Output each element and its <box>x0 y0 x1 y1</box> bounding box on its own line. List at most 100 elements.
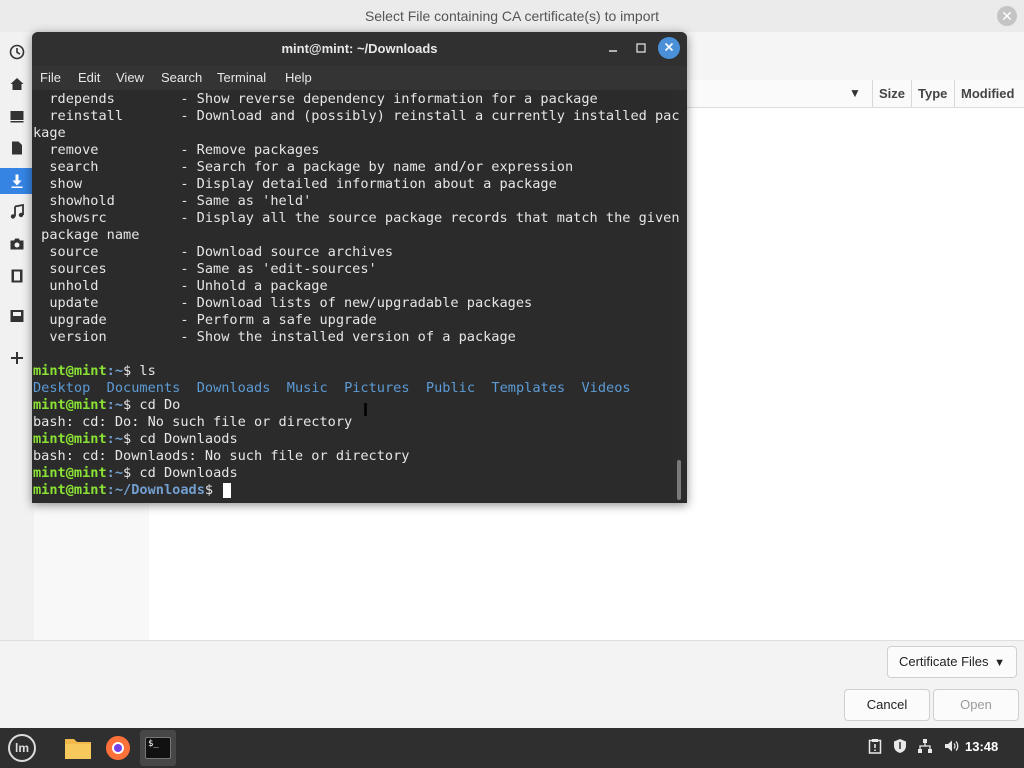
terminal-scrollbar[interactable] <box>677 460 681 500</box>
firefox-launcher[interactable] <box>100 730 136 766</box>
terminal-text-segment: show - Display detailed information abou… <box>33 176 557 192</box>
column-type[interactable]: Type <box>911 80 956 107</box>
menu-help[interactable]: Help <box>285 70 312 85</box>
terminal-text-segment: mint@mint <box>33 363 107 379</box>
terminal-icon-glyph: $_ <box>148 739 159 749</box>
terminal-text-segment: :~/Downloads <box>106 482 205 498</box>
terminal-text-segment: mint@mint <box>33 465 107 481</box>
terminal-text-segment: Documents <box>106 380 181 396</box>
terminal-text-segment: version - Show the installed version of … <box>33 329 516 345</box>
file-dialog-close-button[interactable]: ✕ <box>997 6 1017 26</box>
sort-dropdown-icon[interactable]: ▼ <box>849 80 869 107</box>
terminal-line: bash: cd: Do: No such file or directory <box>33 414 352 431</box>
terminal-text-segment: Public <box>425 380 476 396</box>
terminal-text-segment: $ cd Downlaods <box>123 431 238 447</box>
file-dialog-places-sidebar <box>0 32 35 640</box>
terminal-text-segment: :~ <box>106 363 124 379</box>
minimize-icon[interactable] <box>602 38 624 60</box>
terminal-line: show - Display detailed information abou… <box>33 176 557 193</box>
terminal-title: mint@mint: ~/Downloads <box>281 41 438 56</box>
terminal-text-segment: search - Search for a package by name an… <box>33 159 574 175</box>
chevron-down-icon: ▼ <box>994 657 1006 669</box>
menu-search[interactable]: Search <box>161 70 202 85</box>
terminal-text-segment: mint@mint <box>33 431 107 447</box>
terminal-line: sources - Same as 'edit-sources' <box>33 261 377 278</box>
menu-edit[interactable]: Edit <box>78 70 100 85</box>
terminal-text-segment: Videos <box>581 380 631 396</box>
downloads-icon[interactable] <box>0 168 34 194</box>
network-icon[interactable] <box>915 738 935 758</box>
maximize-icon[interactable] <box>630 38 652 60</box>
recent-icon[interactable] <box>7 42 27 62</box>
terminal-text-segment: $ <box>204 482 222 498</box>
menu-terminal[interactable]: Terminal <box>217 70 266 85</box>
column-modified[interactable]: Modified <box>954 80 1024 107</box>
terminal-line: source - Download source archives <box>33 244 393 261</box>
music-icon[interactable] <box>7 202 27 222</box>
cancel-button[interactable]: Cancel <box>844 689 930 721</box>
terminal-line: Desktop Documents Downloads Music Pictur… <box>33 380 631 397</box>
clipboard-icon[interactable] <box>866 738 884 758</box>
terminal-text-segment: unhold - Unhold a package <box>33 278 328 294</box>
menu-view[interactable]: View <box>116 70 144 85</box>
terminal-text-segment: bash: cd: Do: No such file or directory <box>33 414 353 430</box>
terminal-output[interactable]: rdepends - Show reverse dependency infor… <box>32 90 680 503</box>
close-icon[interactable] <box>658 37 680 59</box>
pictures-icon[interactable] <box>7 234 27 254</box>
terminal-text-segment: showhold - Same as 'held' <box>33 193 312 209</box>
desktop-icon[interactable] <box>7 106 27 126</box>
terminal-text-segment: mint@mint <box>33 397 107 413</box>
terminal-line: search - Search for a package by name an… <box>33 159 573 176</box>
terminal-text-segment: :~ <box>106 465 124 481</box>
terminal-text-segment: Music <box>286 380 328 396</box>
terminal-text-segment: reinstall - Download and (possibly) rein… <box>33 108 680 124</box>
terminal-line: update - Download lists of new/upgradabl… <box>33 295 532 312</box>
terminal-text-segment: Pictures <box>344 380 410 396</box>
terminal-line: bash: cd: Downlaods: No such file or dir… <box>33 448 409 465</box>
documents-icon[interactable] <box>7 138 27 158</box>
terminal-text-segment: source - Download source archives <box>33 244 394 260</box>
plus-icon[interactable] <box>7 348 27 368</box>
filter-label: Certificate Files <box>898 654 989 669</box>
terminal-text-segment: kage <box>33 125 66 141</box>
drive-icon[interactable] <box>7 306 27 326</box>
shield-icon[interactable] <box>890 738 910 758</box>
mint-logo-icon: lm <box>8 734 36 762</box>
terminal-line: kage <box>33 125 66 142</box>
terminal-line: mint@mint:~$ ls <box>33 363 156 380</box>
mint-menu-button[interactable]: lm <box>4 730 40 766</box>
files-launcher[interactable] <box>60 730 96 766</box>
terminal-cursor <box>223 482 232 498</box>
terminal-text-segment: mint@mint <box>33 482 107 498</box>
terminal-text-segment: Downloads <box>196 380 271 396</box>
terminal-line: version - Show the installed version of … <box>33 329 516 346</box>
file-dialog-titlebar: Select File containing CA certificate(s)… <box>0 0 1024 32</box>
home-icon[interactable] <box>7 74 27 94</box>
folder-icon <box>65 739 91 759</box>
open-button[interactable]: Open <box>933 689 1019 721</box>
terminal-text-segment: bash: cd: Downlaods: No such file or dir… <box>33 448 410 464</box>
file-type-filter-dropdown[interactable]: Certificate Files ▼ <box>887 646 1017 678</box>
terminal-text-segment: rdepends - Show reverse dependency infor… <box>33 91 598 107</box>
terminal-text-segment: showsrc - Display all the source package… <box>33 210 680 226</box>
terminal-launcher[interactable]: $_ <box>140 730 176 766</box>
terminal-text-segment: :~ <box>106 397 124 413</box>
terminal-text-segment: :~ <box>106 431 124 447</box>
terminal-line: upgrade - Perform a safe upgrade <box>33 312 376 329</box>
terminal-text-segment: sources - Same as 'edit-sources' <box>33 261 377 277</box>
firefox-icon <box>106 736 130 760</box>
file-dialog-title: Select File containing CA certificate(s)… <box>364 8 660 24</box>
clock[interactable]: 13:48 <box>965 739 1009 754</box>
terminal-line: reinstall - Download and (possibly) rein… <box>33 108 680 125</box>
videos-icon[interactable] <box>7 266 27 286</box>
terminal-line: mint@mint:~/Downloads$ <box>33 482 232 499</box>
terminal-titlebar[interactable]: mint@mint: ~/Downloads <box>32 32 687 66</box>
volume-icon[interactable] <box>941 738 961 758</box>
menu-file[interactable]: File <box>40 70 61 85</box>
terminal-text-segment: Templates <box>491 380 566 396</box>
terminal-text-segment: package name <box>33 227 140 243</box>
